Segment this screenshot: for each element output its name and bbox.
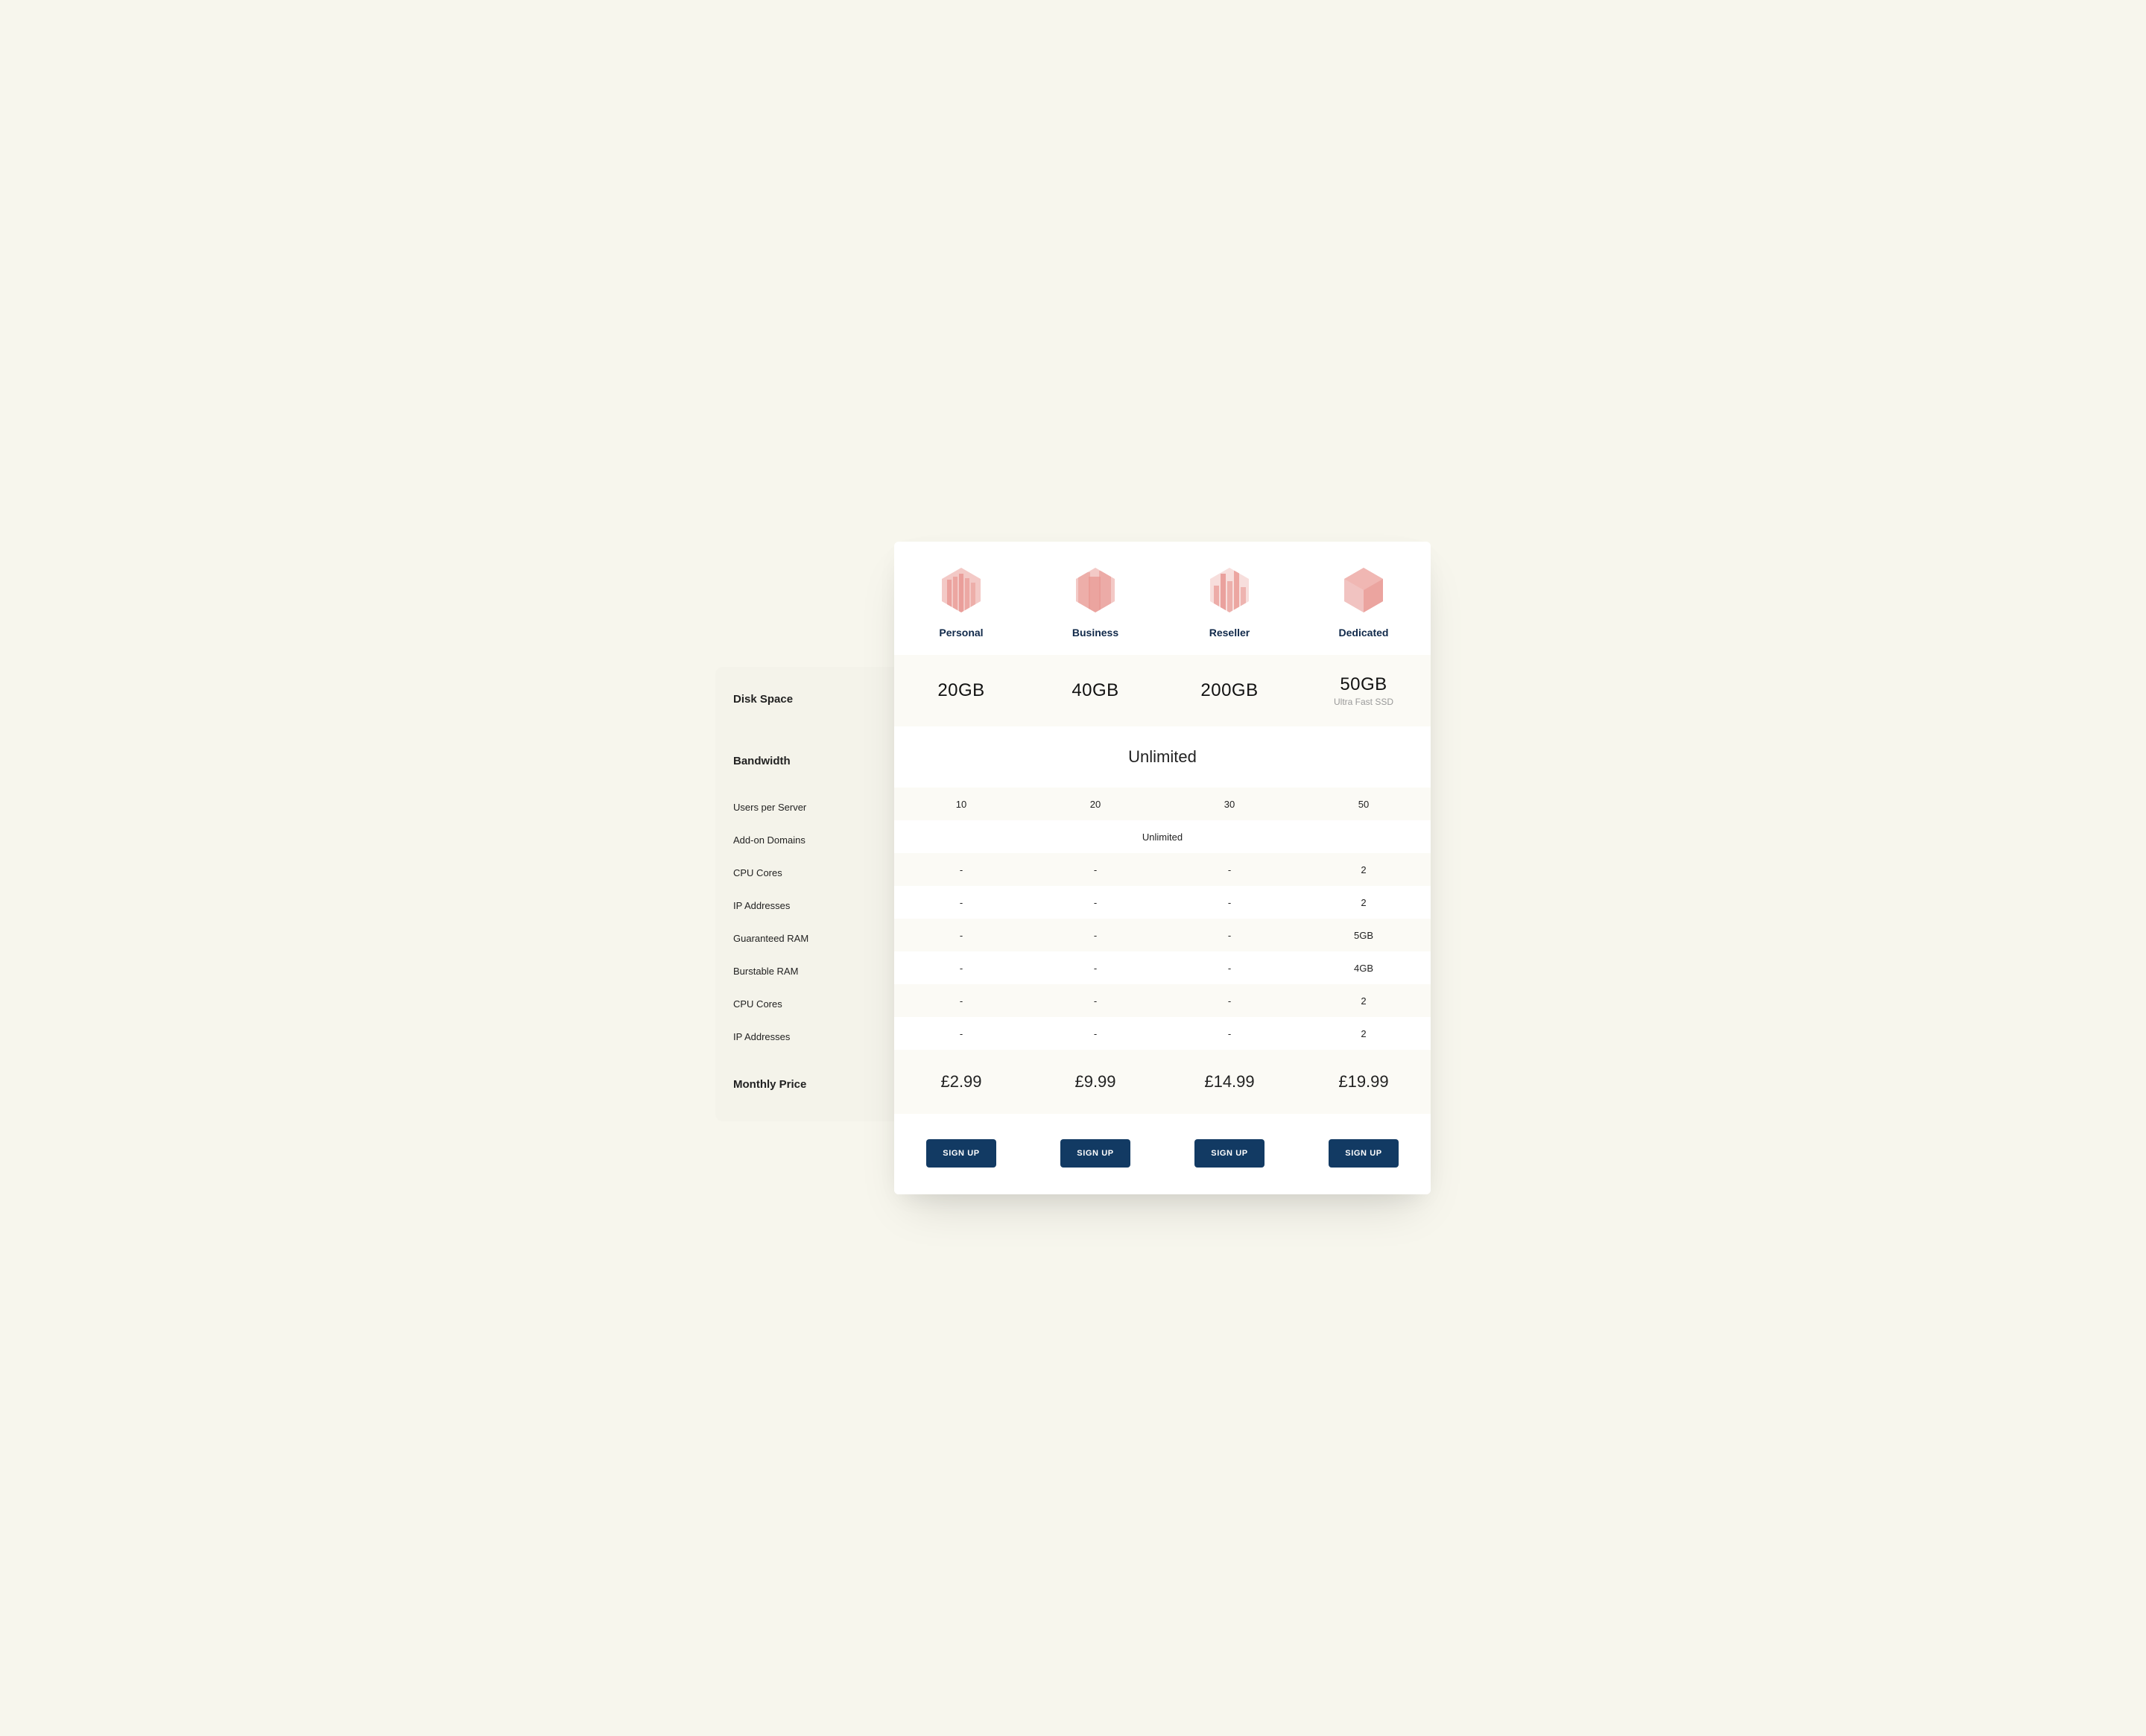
- label-monthly-price: Monthly Price: [715, 1053, 894, 1116]
- feature-labels: Disk Space Bandwidth Users per Server Ad…: [715, 667, 894, 1116]
- plan-head-business: Business: [1028, 542, 1162, 655]
- signup-button[interactable]: SIGN UP: [1329, 1139, 1398, 1168]
- row-actions: SIGN UP SIGN UP SIGN UP SIGN UP: [894, 1114, 1431, 1194]
- cell-value: -: [894, 1017, 1028, 1050]
- label-addon-domains: Add-on Domains: [715, 823, 894, 856]
- cell-value: 4GB: [1297, 951, 1431, 984]
- cell-value: 30: [1162, 788, 1297, 820]
- cell-price: £9.99: [1028, 1050, 1162, 1114]
- cell-value: 2: [1297, 886, 1431, 919]
- cell-value: -: [1162, 886, 1297, 919]
- plan-name: Dedicated: [1304, 627, 1423, 639]
- cell-value: 2: [1297, 1017, 1431, 1050]
- cell-value: -: [1162, 853, 1297, 886]
- row-guaranteed-ram: - - - 5GB: [894, 919, 1431, 951]
- hexagon-icon: [1036, 564, 1155, 616]
- cell-span-value: Unlimited: [894, 726, 1431, 788]
- cell-value: 20: [1028, 788, 1162, 820]
- row-disk-space: 20GB 40GB 200GB 50GB Ultra Fast SSD: [894, 655, 1431, 726]
- plan-name: Reseller: [1170, 627, 1289, 639]
- cell-value: 20GB: [894, 655, 1028, 726]
- label-guaranteed-ram: Guaranteed RAM: [715, 922, 894, 954]
- row-cpu-cores: - - - 2: [894, 853, 1431, 886]
- label-disk-space: Disk Space: [715, 667, 894, 731]
- cell-value: 10: [894, 788, 1028, 820]
- cell-value: 50GB Ultra Fast SSD: [1297, 655, 1431, 726]
- cell-value: -: [894, 886, 1028, 919]
- cell-value: 5GB: [1297, 919, 1431, 951]
- label-users-per-server: Users per Server: [715, 791, 894, 823]
- label-cpu-cores-1: CPU Cores: [715, 856, 894, 889]
- plan-head-reseller: Reseller: [1162, 542, 1297, 655]
- plan-head-dedicated: Dedicated: [1297, 542, 1431, 655]
- plan-header-row: Personal: [894, 542, 1431, 655]
- cell-value: -: [1162, 951, 1297, 984]
- cell-price: £19.99: [1297, 1050, 1431, 1114]
- cell-value: -: [1028, 886, 1162, 919]
- label-cpu-cores-2: CPU Cores: [715, 987, 894, 1020]
- cell-value: -: [894, 984, 1028, 1017]
- row-addon-domains: Unlimited: [894, 820, 1431, 853]
- cell-value: 50: [1297, 788, 1431, 820]
- plan-name: Personal: [902, 627, 1021, 639]
- cell-value: -: [1028, 1017, 1162, 1050]
- cell-price: £14.99: [1162, 1050, 1297, 1114]
- row-ip-addresses: - - - 2: [894, 1017, 1431, 1050]
- row-monthly-price: £2.99 £9.99 £14.99 £19.99: [894, 1050, 1431, 1114]
- cell-value: -: [1028, 984, 1162, 1017]
- cell-value: -: [1162, 919, 1297, 951]
- signup-button[interactable]: SIGN UP: [926, 1139, 996, 1168]
- cell-value: -: [1028, 951, 1162, 984]
- cell-value: 2: [1297, 984, 1431, 1017]
- row-ip-addresses: - - - 2: [894, 886, 1431, 919]
- cell-span-value: Unlimited: [894, 820, 1431, 853]
- cell-value: 2: [1297, 853, 1431, 886]
- cell-price: £2.99: [894, 1050, 1028, 1114]
- row-bandwidth: Unlimited: [894, 726, 1431, 788]
- hexagon-icon: [1304, 564, 1423, 616]
- row-cpu-cores: - - - 2: [894, 984, 1431, 1017]
- label-burstable-ram: Burstable RAM: [715, 954, 894, 987]
- row-burstable-ram: - - - 4GB: [894, 951, 1431, 984]
- signup-button[interactable]: SIGN UP: [1060, 1139, 1130, 1168]
- cell-value: -: [1028, 919, 1162, 951]
- cell-value: -: [894, 919, 1028, 951]
- row-users-per-server: 10 20 30 50: [894, 788, 1431, 820]
- cell-subtext: Ultra Fast SSD: [1303, 697, 1425, 707]
- pricing-table: Personal: [894, 542, 1431, 1194]
- cell-value: 40GB: [1028, 655, 1162, 726]
- plan-name: Business: [1036, 627, 1155, 639]
- cell-value: -: [1162, 984, 1297, 1017]
- cell-value: 200GB: [1162, 655, 1297, 726]
- cell-value: -: [1028, 853, 1162, 886]
- plan-head-personal: Personal: [894, 542, 1028, 655]
- label-bandwidth: Bandwidth: [715, 731, 894, 791]
- label-ip-addresses-1: IP Addresses: [715, 889, 894, 922]
- hexagon-icon: [1170, 564, 1289, 616]
- pricing-card: Personal: [894, 542, 1431, 1194]
- signup-button[interactable]: SIGN UP: [1194, 1139, 1264, 1168]
- cell-value: -: [1162, 1017, 1297, 1050]
- cell-value: -: [894, 853, 1028, 886]
- label-ip-addresses-2: IP Addresses: [715, 1020, 894, 1053]
- hexagon-icon: [902, 564, 1021, 616]
- cell-value: -: [894, 951, 1028, 984]
